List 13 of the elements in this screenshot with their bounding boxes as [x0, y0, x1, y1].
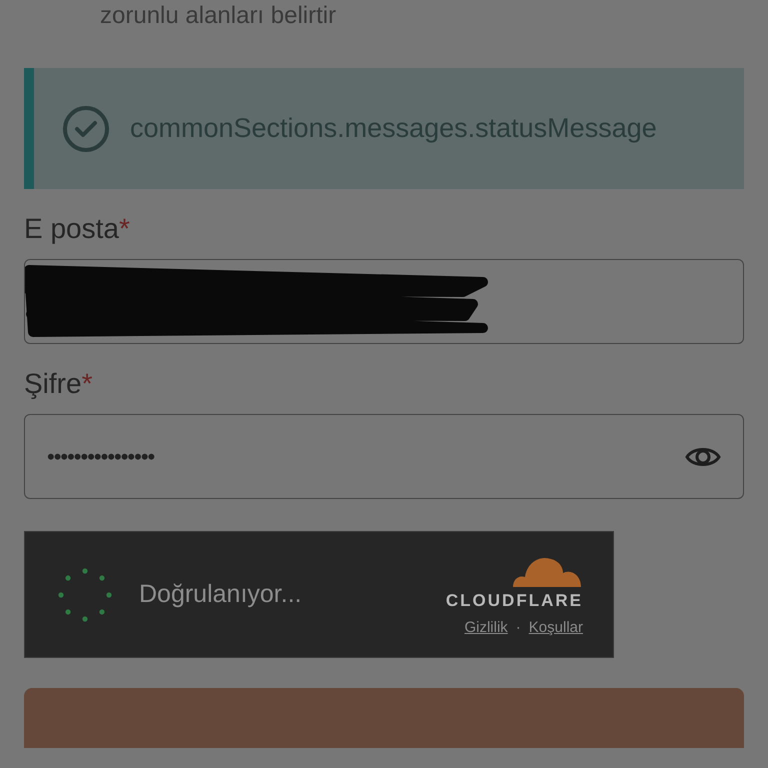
email-field[interactable]: [24, 259, 744, 344]
field-label: E posta: [24, 213, 119, 244]
required-mark: *: [118, 213, 130, 244]
link-separator: ·: [516, 619, 521, 636]
check-circle-icon: [62, 104, 110, 152]
captcha-status: Doğrulanıyor...: [139, 580, 303, 609]
field-label: Şifre: [24, 368, 82, 399]
required-mark: *: [82, 368, 92, 399]
terms-link[interactable]: Koşullar: [528, 619, 583, 636]
password-field[interactable]: ••••••••••••••••: [24, 414, 744, 499]
privacy-link[interactable]: Gizlilik: [464, 619, 508, 636]
intro-text: zorunlu alanları belirtir: [100, 2, 336, 30]
brand-wordmark: CLOUDFLARE: [446, 591, 583, 611]
